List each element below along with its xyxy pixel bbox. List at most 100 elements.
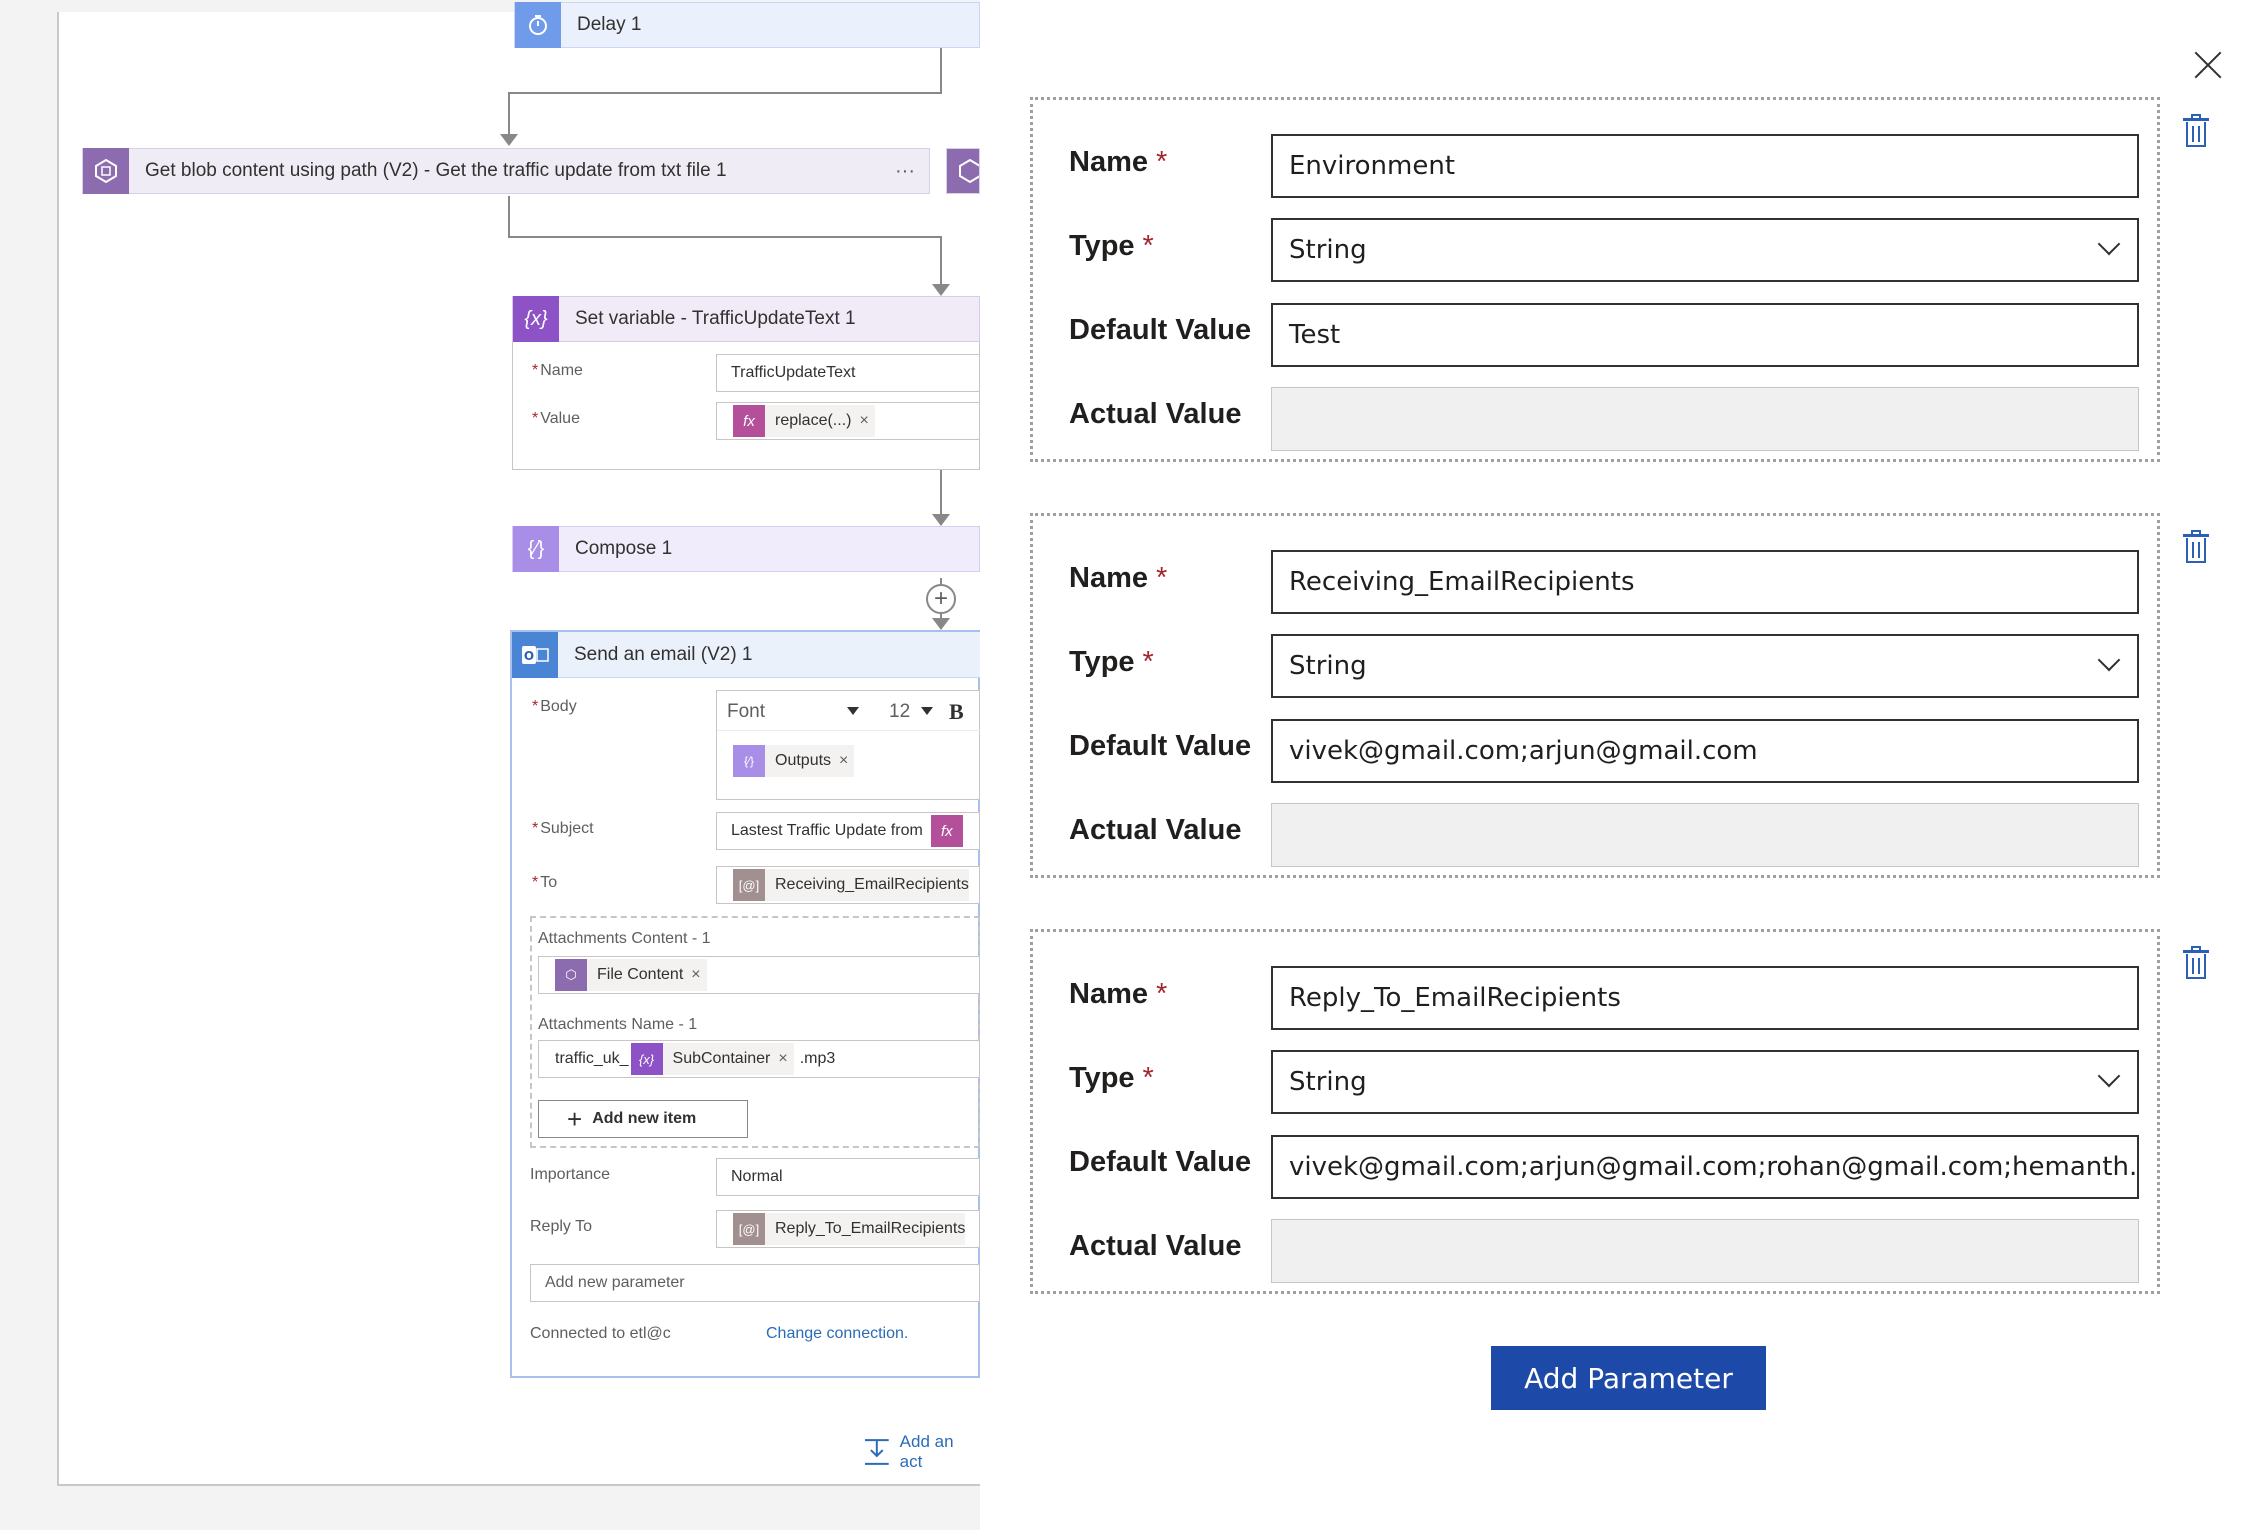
remove-token-icon[interactable]: × [691, 966, 700, 984]
name-label: Name * [1069, 978, 1168, 1010]
arrow-head [932, 514, 950, 526]
rich-text-toolbar: Font 12 B [717, 691, 981, 731]
reply-to-recipients-token[interactable]: [@] Reply_To_EmailRecipients [733, 1213, 966, 1245]
designer-canvas: + Delay 1 Get blob content using path (V… [0, 0, 997, 1530]
type-label: Type * [1069, 230, 1154, 262]
actual-value-input [1271, 1219, 2139, 1283]
name-label: Name * [1069, 146, 1168, 178]
more-options-icon[interactable]: ··· [895, 160, 915, 183]
arrow-head [932, 284, 950, 296]
set-variable-header[interactable]: {x} Set variable - TrafficUpdateText 1 [512, 296, 980, 342]
name-label: Name * [1069, 562, 1168, 594]
parameter-type-select[interactable]: String [1271, 218, 2139, 282]
add-action-icon [864, 1439, 889, 1465]
parameter-card: Name * Reply_To_EmailRecipients Type * Str… [1030, 929, 2160, 1294]
remove-token-icon[interactable]: × [778, 1050, 787, 1068]
set-variable-title: Set variable - TrafficUpdateText 1 [575, 308, 856, 329]
subject-label: * Subject [532, 820, 594, 837]
change-connection-link[interactable]: Change connection. [766, 1325, 908, 1343]
plus-icon: + [567, 1104, 583, 1134]
remove-token-icon[interactable]: × [839, 752, 848, 770]
importance-select[interactable]: Normal [716, 1158, 980, 1196]
remove-token-icon[interactable]: × [859, 412, 868, 430]
variable-value-field[interactable]: fx replace(...) × [716, 402, 980, 440]
body-label: * Body [532, 698, 577, 715]
default-value-label: Default Value [1069, 730, 1252, 762]
get-blob-action-card[interactable]: Get blob content using path (V2) - Get t… [82, 148, 930, 194]
expression-token[interactable]: fx replace(...) × [733, 405, 875, 437]
default-value-input[interactable]: vivek@gmail.com;arjun@gmail.com [1271, 719, 2139, 783]
delay-title: Delay 1 [577, 14, 642, 35]
compose-action-card[interactable]: {⁄} Compose 1 [512, 526, 980, 572]
default-value-label: Default Value [1069, 1146, 1252, 1178]
receiving-recipients-token[interactable]: [@] Receiving_EmailRecipients [733, 869, 969, 901]
fx-icon: fx [733, 405, 765, 437]
parameter-type-select[interactable]: String [1271, 634, 2139, 698]
actual-value-label: Actual Value [1069, 398, 1242, 430]
chevron-down-icon [2097, 648, 2121, 672]
add-new-item-label: Add new item [592, 1110, 697, 1127]
connector [508, 236, 942, 238]
font-select[interactable]: Font [727, 701, 765, 723]
subject-field[interactable]: Lastest Traffic Update from fx [716, 812, 980, 850]
file-content-token[interactable]: ⬡ File Content × [555, 959, 707, 991]
add-parameter-button[interactable]: Add Parameter [1491, 1346, 1766, 1410]
timer-icon [515, 2, 561, 48]
bold-button[interactable]: B [949, 699, 964, 725]
default-value-label: Default Value [1069, 314, 1252, 346]
add-new-item-button[interactable]: + Add new item [538, 1100, 748, 1138]
attachments-name-field[interactable]: traffic_uk_ {x} SubContainer × .mp3 [538, 1040, 980, 1078]
delay-action-card[interactable]: Delay 1 [514, 2, 980, 48]
blob-storage-icon [947, 149, 979, 193]
variable-icon: {x} [513, 296, 559, 342]
subcontainer-token[interactable]: {x} SubContainer × [630, 1043, 794, 1075]
reply-to-field[interactable]: [@] Reply_To_EmailRecipients [716, 1210, 980, 1248]
type-label: Type * [1069, 646, 1154, 678]
reply-to-label: Reply To [530, 1218, 592, 1235]
insert-step-plus-icon[interactable]: + [926, 584, 956, 614]
parameter-name-input[interactable]: Reply_To_EmailRecipients [1271, 966, 2139, 1030]
variable-name-field[interactable]: TrafficUpdateText [716, 354, 980, 392]
send-email-title: Send an email (V2) 1 [574, 643, 753, 665]
attachments-name-label: Attachments Name - 1 [538, 1016, 698, 1033]
caret-down-icon [921, 707, 933, 715]
parameter-card: Name * Receiving_EmailRecipients Type * St… [1030, 513, 2160, 878]
default-value-input[interactable]: Test [1271, 303, 2139, 367]
parallel-blob-action-card[interactable] [946, 148, 980, 194]
connector [940, 470, 942, 520]
connector [940, 48, 942, 92]
connector [940, 236, 942, 290]
parameter-name-input[interactable]: Environment [1271, 134, 2139, 198]
variable-icon: {x} [630, 1043, 663, 1075]
parameter-type-select[interactable]: String [1271, 1050, 2139, 1114]
to-field[interactable]: [@] Receiving_EmailRecipients [716, 866, 980, 904]
to-label: * To [532, 874, 558, 891]
add-action-button[interactable]: Add an act [862, 1432, 980, 1472]
svg-text:O: O [524, 649, 534, 663]
importance-label: Importance [530, 1166, 611, 1183]
outputs-token[interactable]: {⁄} Outputs × [733, 745, 855, 777]
blob-storage-icon [83, 148, 129, 194]
delete-parameter-trash-icon[interactable] [2183, 946, 2209, 980]
parameter-icon: [@] [733, 1213, 765, 1245]
close-icon[interactable] [2193, 50, 2223, 80]
parameter-name-input[interactable]: Receiving_EmailRecipients [1271, 550, 2139, 614]
arrow-head [932, 618, 950, 630]
compose-icon: {⁄} [513, 526, 559, 572]
name-label: * Name [532, 362, 583, 379]
chevron-down-icon [2097, 1064, 2121, 1088]
actual-value-input [1271, 803, 2139, 867]
attachments-content-field[interactable]: ⬡ File Content × [538, 956, 980, 994]
delete-parameter-trash-icon[interactable] [2183, 530, 2209, 564]
font-size-select[interactable]: 12 [889, 701, 910, 723]
actual-value-label: Actual Value [1069, 1230, 1242, 1262]
add-new-parameter-dropdown[interactable]: Add new parameter [530, 1264, 980, 1302]
send-email-header[interactable]: O Send an email (V2) 1 [512, 631, 980, 678]
attachments-content-label: Attachments Content - 1 [538, 930, 711, 947]
compose-icon: {⁄} [733, 745, 765, 777]
default-value-input[interactable]: vivek@gmail.com;arjun@gmail.com;rohan@gm… [1271, 1135, 2139, 1199]
fx-icon: fx [930, 815, 963, 847]
chevron-down-icon [2097, 232, 2121, 256]
body-editor[interactable]: Font 12 B {⁄} Outputs × [716, 690, 981, 800]
delete-parameter-trash-icon[interactable] [2183, 114, 2209, 148]
